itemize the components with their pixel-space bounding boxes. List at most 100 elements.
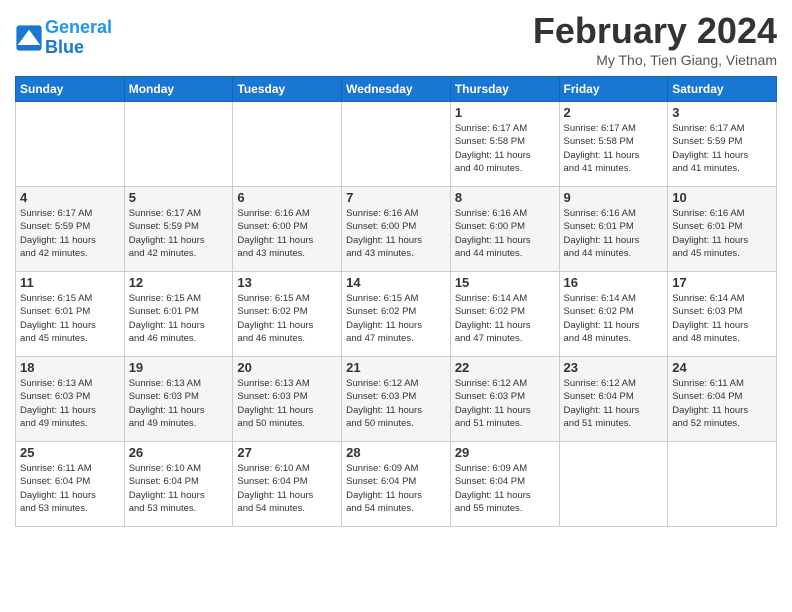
day-info: Sunrise: 6:17 AM Sunset: 5:58 PM Dayligh… xyxy=(455,122,555,175)
calendar-cell: 23 Sunrise: 6:12 AM Sunset: 6:04 PM Dayli… xyxy=(559,357,668,442)
day-info: Sunrise: 6:10 AM Sunset: 6:04 PM Dayligh… xyxy=(129,462,229,515)
calendar-cell: 8 Sunrise: 6:16 AM Sunset: 6:00 PM Daylig… xyxy=(450,187,559,272)
calendar-cell: 15 Sunrise: 6:14 AM Sunset: 6:02 PM Dayli… xyxy=(450,272,559,357)
day-number: 19 xyxy=(129,360,229,375)
day-number: 18 xyxy=(20,360,120,375)
day-number: 14 xyxy=(346,275,446,290)
calendar-cell: 12 Sunrise: 6:15 AM Sunset: 6:01 PM Dayli… xyxy=(124,272,233,357)
day-info: Sunrise: 6:16 AM Sunset: 6:01 PM Dayligh… xyxy=(672,207,772,260)
calendar-cell xyxy=(668,442,777,527)
day-number: 21 xyxy=(346,360,446,375)
day-number: 23 xyxy=(564,360,664,375)
logo: General Blue xyxy=(15,18,112,58)
day-info: Sunrise: 6:16 AM Sunset: 6:00 PM Dayligh… xyxy=(455,207,555,260)
calendar-cell xyxy=(559,442,668,527)
calendar-cell: 6Sunrise: 6:16 AM Sunset: 6:00 PM Daylig… xyxy=(233,187,342,272)
calendar-cell: 21 Sunrise: 6:12 AM Sunset: 6:03 PM Dayli… xyxy=(342,357,451,442)
weekday-header-tuesday: Tuesday xyxy=(233,77,342,102)
logo-text: General Blue xyxy=(45,18,112,58)
day-info: Sunrise: 6:14 AM Sunset: 6:03 PM Dayligh… xyxy=(672,292,772,345)
day-info: Sunrise: 6:16 AM Sunset: 6:01 PM Dayligh… xyxy=(564,207,664,260)
calendar-cell: 28Sunrise: 6:09 AM Sunset: 6:04 PM Dayli… xyxy=(342,442,451,527)
day-number: 4 xyxy=(20,190,120,205)
day-info: Sunrise: 6:13 AM Sunset: 6:03 PM Dayligh… xyxy=(129,377,229,430)
day-info: Sunrise: 6:15 AM Sunset: 6:01 PM Dayligh… xyxy=(20,292,120,345)
day-number: 24 xyxy=(672,360,772,375)
day-number: 15 xyxy=(455,275,555,290)
day-info: Sunrise: 6:09 AM Sunset: 6:04 PM Dayligh… xyxy=(455,462,555,515)
calendar-cell: 27Sunrise: 6:10 AM Sunset: 6:04 PM Dayli… xyxy=(233,442,342,527)
calendar-cell: 13 Sunrise: 6:15 AM Sunset: 6:02 PM Dayli… xyxy=(233,272,342,357)
calendar-cell: 25 Sunrise: 6:11 AM Sunset: 6:04 PM Dayli… xyxy=(16,442,125,527)
calendar-cell xyxy=(16,102,125,187)
calendar-cell: 4Sunrise: 6:17 AM Sunset: 5:59 PM Daylig… xyxy=(16,187,125,272)
calendar-cell: 16 Sunrise: 6:14 AM Sunset: 6:02 PM Dayli… xyxy=(559,272,668,357)
day-number: 1 xyxy=(455,105,555,120)
day-info: Sunrise: 6:12 AM Sunset: 6:04 PM Dayligh… xyxy=(564,377,664,430)
calendar-subtitle: My Tho, Tien Giang, Vietnam xyxy=(533,52,777,68)
day-number: 20 xyxy=(237,360,337,375)
header: General Blue February 2024 My Tho, Tien … xyxy=(15,10,777,68)
day-info: Sunrise: 6:09 AM Sunset: 6:04 PM Dayligh… xyxy=(346,462,446,515)
day-info: Sunrise: 6:14 AM Sunset: 6:02 PM Dayligh… xyxy=(564,292,664,345)
title-section: February 2024 My Tho, Tien Giang, Vietna… xyxy=(533,10,777,68)
day-number: 22 xyxy=(455,360,555,375)
day-number: 17 xyxy=(672,275,772,290)
weekday-header-row: SundayMondayTuesdayWednesdayThursdayFrid… xyxy=(16,77,777,102)
day-info: Sunrise: 6:12 AM Sunset: 6:03 PM Dayligh… xyxy=(346,377,446,430)
day-number: 2 xyxy=(564,105,664,120)
day-info: Sunrise: 6:13 AM Sunset: 6:03 PM Dayligh… xyxy=(20,377,120,430)
day-number: 10 xyxy=(672,190,772,205)
day-info: Sunrise: 6:15 AM Sunset: 6:02 PM Dayligh… xyxy=(346,292,446,345)
day-number: 8 xyxy=(455,190,555,205)
day-info: Sunrise: 6:17 AM Sunset: 5:59 PM Dayligh… xyxy=(129,207,229,260)
weekday-header-friday: Friday xyxy=(559,77,668,102)
day-info: Sunrise: 6:13 AM Sunset: 6:03 PM Dayligh… xyxy=(237,377,337,430)
weekday-header-monday: Monday xyxy=(124,77,233,102)
calendar-cell: 10 Sunrise: 6:16 AM Sunset: 6:01 PM Dayli… xyxy=(668,187,777,272)
calendar-cell xyxy=(233,102,342,187)
week-row-5: 25 Sunrise: 6:11 AM Sunset: 6:04 PM Dayli… xyxy=(16,442,777,527)
calendar-cell: 29Sunrise: 6:09 AM Sunset: 6:04 PM Dayli… xyxy=(450,442,559,527)
day-info: Sunrise: 6:17 AM Sunset: 5:59 PM Dayligh… xyxy=(672,122,772,175)
day-number: 13 xyxy=(237,275,337,290)
calendar-cell: 2 Sunrise: 6:17 AM Sunset: 5:58 PM Daylig… xyxy=(559,102,668,187)
weekday-header-saturday: Saturday xyxy=(668,77,777,102)
day-number: 5 xyxy=(129,190,229,205)
day-info: Sunrise: 6:12 AM Sunset: 6:03 PM Dayligh… xyxy=(455,377,555,430)
calendar-cell: 5 Sunrise: 6:17 AM Sunset: 5:59 PM Daylig… xyxy=(124,187,233,272)
day-number: 3 xyxy=(672,105,772,120)
logo-icon xyxy=(15,24,43,52)
calendar-cell: 9Sunrise: 6:16 AM Sunset: 6:01 PM Daylig… xyxy=(559,187,668,272)
weekday-header-thursday: Thursday xyxy=(450,77,559,102)
calendar-cell: 1 Sunrise: 6:17 AM Sunset: 5:58 PM Daylig… xyxy=(450,102,559,187)
calendar-cell: 19 Sunrise: 6:13 AM Sunset: 6:03 PM Dayli… xyxy=(124,357,233,442)
day-number: 7 xyxy=(346,190,446,205)
day-number: 25 xyxy=(20,445,120,460)
week-row-4: 18 Sunrise: 6:13 AM Sunset: 6:03 PM Dayli… xyxy=(16,357,777,442)
calendar-cell xyxy=(342,102,451,187)
weekday-header-sunday: Sunday xyxy=(16,77,125,102)
week-row-3: 11 Sunrise: 6:15 AM Sunset: 6:01 PM Dayli… xyxy=(16,272,777,357)
day-number: 26 xyxy=(129,445,229,460)
day-info: Sunrise: 6:11 AM Sunset: 6:04 PM Dayligh… xyxy=(20,462,120,515)
day-info: Sunrise: 6:15 AM Sunset: 6:01 PM Dayligh… xyxy=(129,292,229,345)
weekday-header-wednesday: Wednesday xyxy=(342,77,451,102)
day-info: Sunrise: 6:16 AM Sunset: 6:00 PM Dayligh… xyxy=(346,207,446,260)
calendar-cell: 18 Sunrise: 6:13 AM Sunset: 6:03 PM Dayli… xyxy=(16,357,125,442)
calendar-cell: 14 Sunrise: 6:15 AM Sunset: 6:02 PM Dayli… xyxy=(342,272,451,357)
day-info: Sunrise: 6:17 AM Sunset: 5:58 PM Dayligh… xyxy=(564,122,664,175)
day-number: 12 xyxy=(129,275,229,290)
week-row-1: 1 Sunrise: 6:17 AM Sunset: 5:58 PM Daylig… xyxy=(16,102,777,187)
calendar-cell xyxy=(124,102,233,187)
day-info: Sunrise: 6:14 AM Sunset: 6:02 PM Dayligh… xyxy=(455,292,555,345)
calendar-cell: 3 Sunrise: 6:17 AM Sunset: 5:59 PM Daylig… xyxy=(668,102,777,187)
calendar-cell: 20 Sunrise: 6:13 AM Sunset: 6:03 PM Dayli… xyxy=(233,357,342,442)
calendar-title: February 2024 xyxy=(533,10,777,52)
day-number: 11 xyxy=(20,275,120,290)
day-number: 16 xyxy=(564,275,664,290)
logo-line2: Blue xyxy=(45,37,84,57)
day-info: Sunrise: 6:11 AM Sunset: 6:04 PM Dayligh… xyxy=(672,377,772,430)
day-info: Sunrise: 6:10 AM Sunset: 6:04 PM Dayligh… xyxy=(237,462,337,515)
day-info: Sunrise: 6:15 AM Sunset: 6:02 PM Dayligh… xyxy=(237,292,337,345)
